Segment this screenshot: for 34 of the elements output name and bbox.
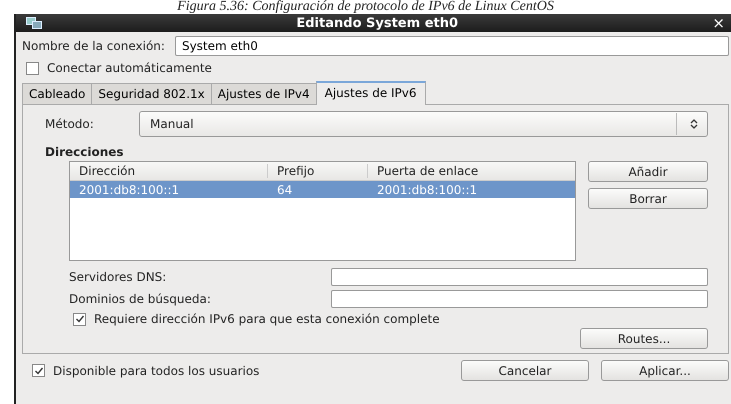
column-header[interactable]: Puerta de enlace	[368, 164, 575, 178]
section-heading: Direcciones	[45, 145, 125, 159]
search-domains-field[interactable]	[331, 290, 708, 308]
dns-field[interactable]	[331, 268, 708, 286]
checkbox[interactable]	[26, 62, 39, 74]
dns-label: Servidores DNS:	[69, 270, 168, 284]
table-cell-text: 2001:db8:100::1	[376, 182, 478, 196]
window-title: Editando System eth0	[295, 16, 460, 30]
close-button[interactable]: ×	[712, 16, 725, 30]
checkbox[interactable]	[32, 364, 45, 377]
table-cell-text: 64	[276, 182, 294, 196]
column-header[interactable]: Prefijo	[268, 164, 368, 178]
figure-caption: Figura 5.36: Configuración de protocolo de IPv6 de Linux CentOS	[176, 0, 555, 14]
network-computers-icon	[26, 17, 42, 29]
connection-name-field[interactable]: System eth0	[174, 36, 729, 56]
connection-name-label: Nombre de la conexión:	[22, 39, 165, 53]
tab[interactable]: Ajustes de IPv4	[210, 83, 317, 104]
tab[interactable]: Seguridad 802.1x	[91, 83, 212, 104]
checkbox-label: Conectar automáticamente	[47, 61, 212, 75]
method-label: Método:	[45, 117, 95, 131]
checkbox[interactable]	[73, 312, 86, 326]
checkbox-label: Disponible para todos los usuarios	[53, 364, 260, 378]
tab[interactable]: Cableado	[22, 83, 92, 104]
method-dropdown[interactable]: Manual	[139, 111, 708, 137]
table-cell-text: 2001:db8:100::1	[78, 182, 180, 196]
search-domains-label: Dominios de búsqueda:	[69, 292, 212, 306]
routes-button[interactable]: Routes...	[580, 328, 708, 349]
tab[interactable]: Ajustes de IPv6	[316, 81, 426, 105]
dialog-button[interactable]: Cancelar	[461, 360, 589, 381]
table-action-button[interactable]: Añadir	[588, 161, 708, 182]
checkbox-label: Requiere dirección IPv6 para que esta conexión complete	[94, 312, 440, 326]
dialog-button[interactable]: Aplicar...	[601, 360, 729, 381]
column-header[interactable]: Dirección	[70, 164, 268, 178]
table-action-button[interactable]: Borrar	[588, 188, 708, 209]
